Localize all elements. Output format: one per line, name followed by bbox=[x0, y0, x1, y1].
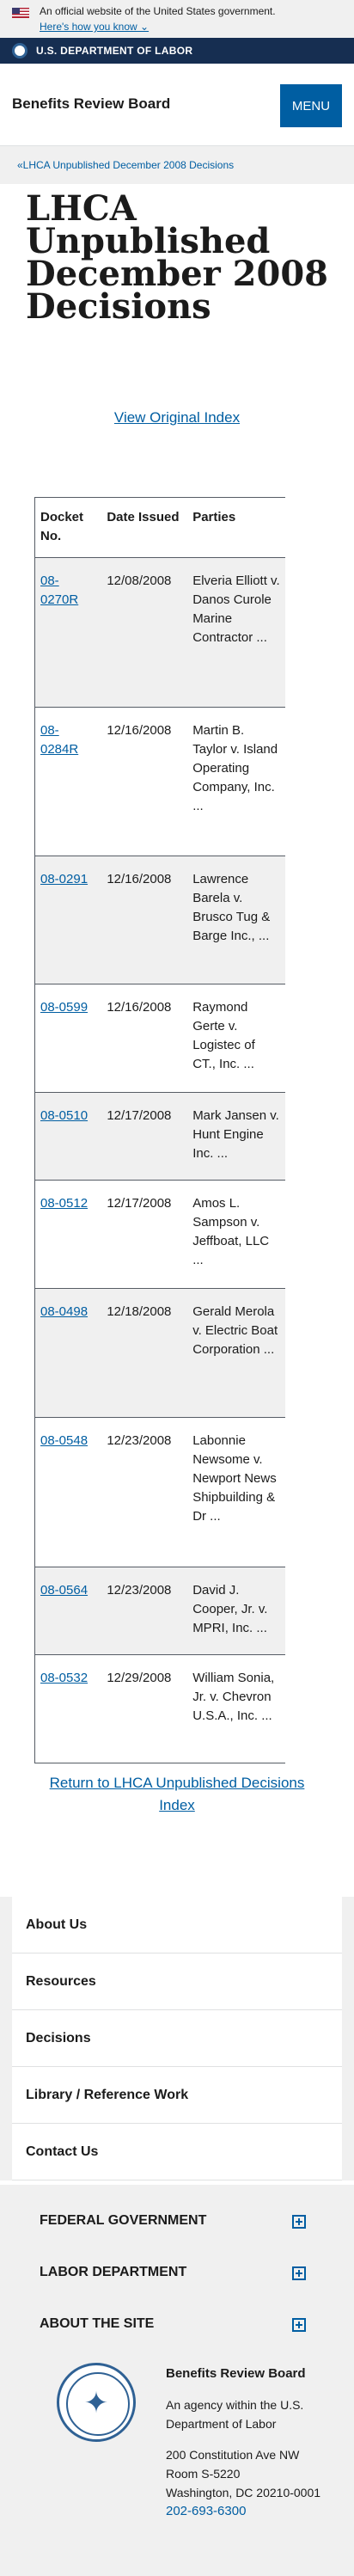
table-row: 08-0599 12/16/2008 Raymond Gerte v. Logi… bbox=[34, 984, 285, 1093]
footer-street: 200 Constitution Ave NW bbox=[166, 2448, 300, 2462]
site-title[interactable]: Benefits Review Board bbox=[12, 95, 170, 113]
footer-nav-label: Contact Us bbox=[26, 2144, 99, 2159]
table-row: 08-0291 12/16/2008 Lawrence Barela v. Br… bbox=[34, 856, 285, 984]
official-site-text: An official website of the United States… bbox=[40, 5, 276, 17]
dol-link[interactable]: U.S. DEPARTMENT OF LABOR bbox=[36, 45, 192, 57]
date-cell: 12/16/2008 bbox=[101, 856, 188, 984]
parties-cell: Labonnie Newsome v. Newport News Shipbui… bbox=[187, 1417, 285, 1567]
footer-nav-label: Resources bbox=[26, 1974, 96, 1989]
header-parties: Parties bbox=[187, 497, 285, 558]
date-cell: 12/16/2008 bbox=[101, 707, 188, 856]
return-to-index-link[interactable]: Return to LHCA Unpublished Decisions Ind… bbox=[50, 1775, 305, 1813]
footer-section-label: LABOR DEPARTMENT bbox=[40, 2265, 187, 2279]
footer-address: Benefits Review Board An agency within t… bbox=[166, 2364, 342, 2521]
view-index: View Original Index bbox=[0, 409, 354, 426]
footer-phone-link[interactable]: 202-693-6300 bbox=[166, 2502, 342, 2521]
date-cell: 12/17/2008 bbox=[101, 1092, 188, 1181]
docket-link[interactable]: 08-0532 bbox=[40, 1671, 88, 1685]
return-link-wrap: Return to LHCA Unpublished Decisions Ind… bbox=[34, 1772, 320, 1817]
table-row: 08-0512 12/17/2008 Amos L. Sampson v. Je… bbox=[34, 1180, 285, 1289]
table-header-row: Docket No. Date Issued Parties bbox=[34, 497, 285, 558]
heres-how-you-know-link[interactable]: Here's how you know ⌄ bbox=[40, 21, 149, 33]
table-row: 08-0548 12/23/2008 Labonnie Newsome v. N… bbox=[34, 1417, 285, 1567]
table-row: 08-0510 12/17/2008 Mark Jansen v. Hunt E… bbox=[34, 1092, 285, 1181]
date-cell: 12/18/2008 bbox=[101, 1288, 188, 1418]
footer-section-federal-government[interactable]: FEDERAL GOVERNMENT bbox=[40, 2213, 306, 2234]
date-cell: 12/08/2008 bbox=[101, 557, 188, 708]
date-cell: 12/23/2008 bbox=[101, 1417, 188, 1567]
parties-cell: Martin B. Taylor v. Island Operating Com… bbox=[187, 707, 285, 856]
menu-button[interactable]: MENU bbox=[280, 84, 342, 127]
parties-cell: William Sonia, Jr. v. Chevron U.S.A., In… bbox=[187, 1654, 285, 1763]
docket-link[interactable]: 08-0564 bbox=[40, 1583, 88, 1598]
footer-city: Washington, DC 20210-0001 bbox=[166, 2486, 321, 2499]
decisions-table: Docket No. Date Issued Parties 08-0270R … bbox=[34, 497, 285, 1763]
docket-link[interactable]: 08-0548 bbox=[40, 1433, 88, 1448]
view-original-index-link[interactable]: View Original Index bbox=[114, 409, 240, 426]
footer-nav-label: Decisions bbox=[26, 2031, 91, 2045]
footer-nav-label: About Us bbox=[26, 1917, 88, 1932]
date-cell: 12/17/2008 bbox=[101, 1180, 188, 1289]
parties-cell: Elveria Elliott v. Danos Curole Marine C… bbox=[187, 557, 285, 708]
us-flag-icon bbox=[12, 8, 29, 18]
footer-agency-title: Benefits Review Board bbox=[166, 2366, 306, 2381]
table-row: 08-0284R 12/16/2008 Martin B. Taylor v. … bbox=[34, 707, 285, 856]
footer-section-about-the-site[interactable]: ABOUT THE SITE bbox=[40, 2316, 306, 2337]
header-date: Date Issued bbox=[101, 497, 188, 558]
dol-seal-icon bbox=[57, 2363, 136, 2442]
footer-section-label: ABOUT THE SITE bbox=[40, 2316, 155, 2331]
site-header: Benefits Review Board MENU bbox=[0, 64, 354, 146]
footer-section-labor-department[interactable]: LABOR DEPARTMENT bbox=[40, 2265, 306, 2285]
docket-link[interactable]: 08-0510 bbox=[40, 1108, 88, 1123]
expand-plus-icon bbox=[292, 2215, 306, 2229]
header-docket: Docket No. bbox=[34, 497, 102, 558]
docket-link[interactable]: 08-0270R bbox=[40, 573, 78, 607]
date-cell: 12/29/2008 bbox=[101, 1654, 188, 1763]
parties-cell: Amos L. Sampson v. Jeffboat, LLC ... bbox=[187, 1180, 285, 1289]
docket-link[interactable]: 08-0498 bbox=[40, 1304, 88, 1319]
footer-agency-desc: An agency within the U.S. Department of … bbox=[166, 2398, 304, 2431]
date-cell: 12/16/2008 bbox=[101, 984, 188, 1093]
breadcrumb: «LHCA Unpublished December 2008 Decision… bbox=[0, 146, 354, 184]
expand-plus-icon bbox=[292, 2318, 306, 2332]
footer-nav-resources[interactable]: Resources bbox=[12, 1953, 342, 2010]
table-row: 08-0498 12/18/2008 Gerald Merola v. Elec… bbox=[34, 1288, 285, 1418]
breadcrumb-link[interactable]: «LHCA Unpublished December 2008 Decision… bbox=[17, 159, 234, 171]
footer-section-label: FEDERAL GOVERNMENT bbox=[40, 2213, 207, 2228]
table-row: 08-0532 12/29/2008 William Sonia, Jr. v.… bbox=[34, 1654, 285, 1763]
expand-plus-icon bbox=[292, 2266, 306, 2280]
parties-cell: Gerald Merola v. Electric Boat Corporati… bbox=[187, 1288, 285, 1418]
dol-seal-icon bbox=[12, 43, 27, 58]
parties-cell: Mark Jansen v. Hunt Engine Inc. ... bbox=[187, 1092, 285, 1181]
footer-nav-about-us[interactable]: About Us bbox=[12, 1897, 342, 1953]
footer-room: Room S-5220 bbox=[166, 2467, 241, 2481]
footer-nav-library[interactable]: Library / Reference Work bbox=[12, 2067, 342, 2124]
docket-link[interactable]: 08-0291 bbox=[40, 872, 88, 886]
parties-cell: Raymond Gerte v. Logistec of CT., Inc. .… bbox=[187, 984, 285, 1093]
footer-nav: About Us Resources Decisions Library / R… bbox=[0, 1897, 354, 2180]
page-title: LHCA Unpublished December 2008 Decisions bbox=[26, 188, 329, 327]
footer-nav-contact-us[interactable]: Contact Us bbox=[12, 2124, 342, 2180]
parties-cell: Lawrence Barela v. Brusco Tug & Barge In… bbox=[187, 856, 285, 984]
date-cell: 12/23/2008 bbox=[101, 1567, 188, 1655]
docket-link[interactable]: 08-0284R bbox=[40, 723, 78, 757]
parties-cell: David J. Cooper, Jr. v. MPRI, Inc. ... bbox=[187, 1567, 285, 1655]
gov-banner: An official website of the United States… bbox=[0, 0, 354, 38]
footer-nav-label: Library / Reference Work bbox=[26, 2088, 189, 2102]
dol-bar: U.S. DEPARTMENT OF LABOR bbox=[0, 38, 354, 64]
table-row: 08-0270R 12/08/2008 Elveria Elliott v. D… bbox=[34, 557, 285, 708]
table-row: 08-0564 12/23/2008 David J. Cooper, Jr. … bbox=[34, 1567, 285, 1655]
docket-link[interactable]: 08-0599 bbox=[40, 1000, 88, 1015]
footer-nav-decisions[interactable]: Decisions bbox=[12, 2010, 342, 2067]
docket-link[interactable]: 08-0512 bbox=[40, 1196, 88, 1211]
